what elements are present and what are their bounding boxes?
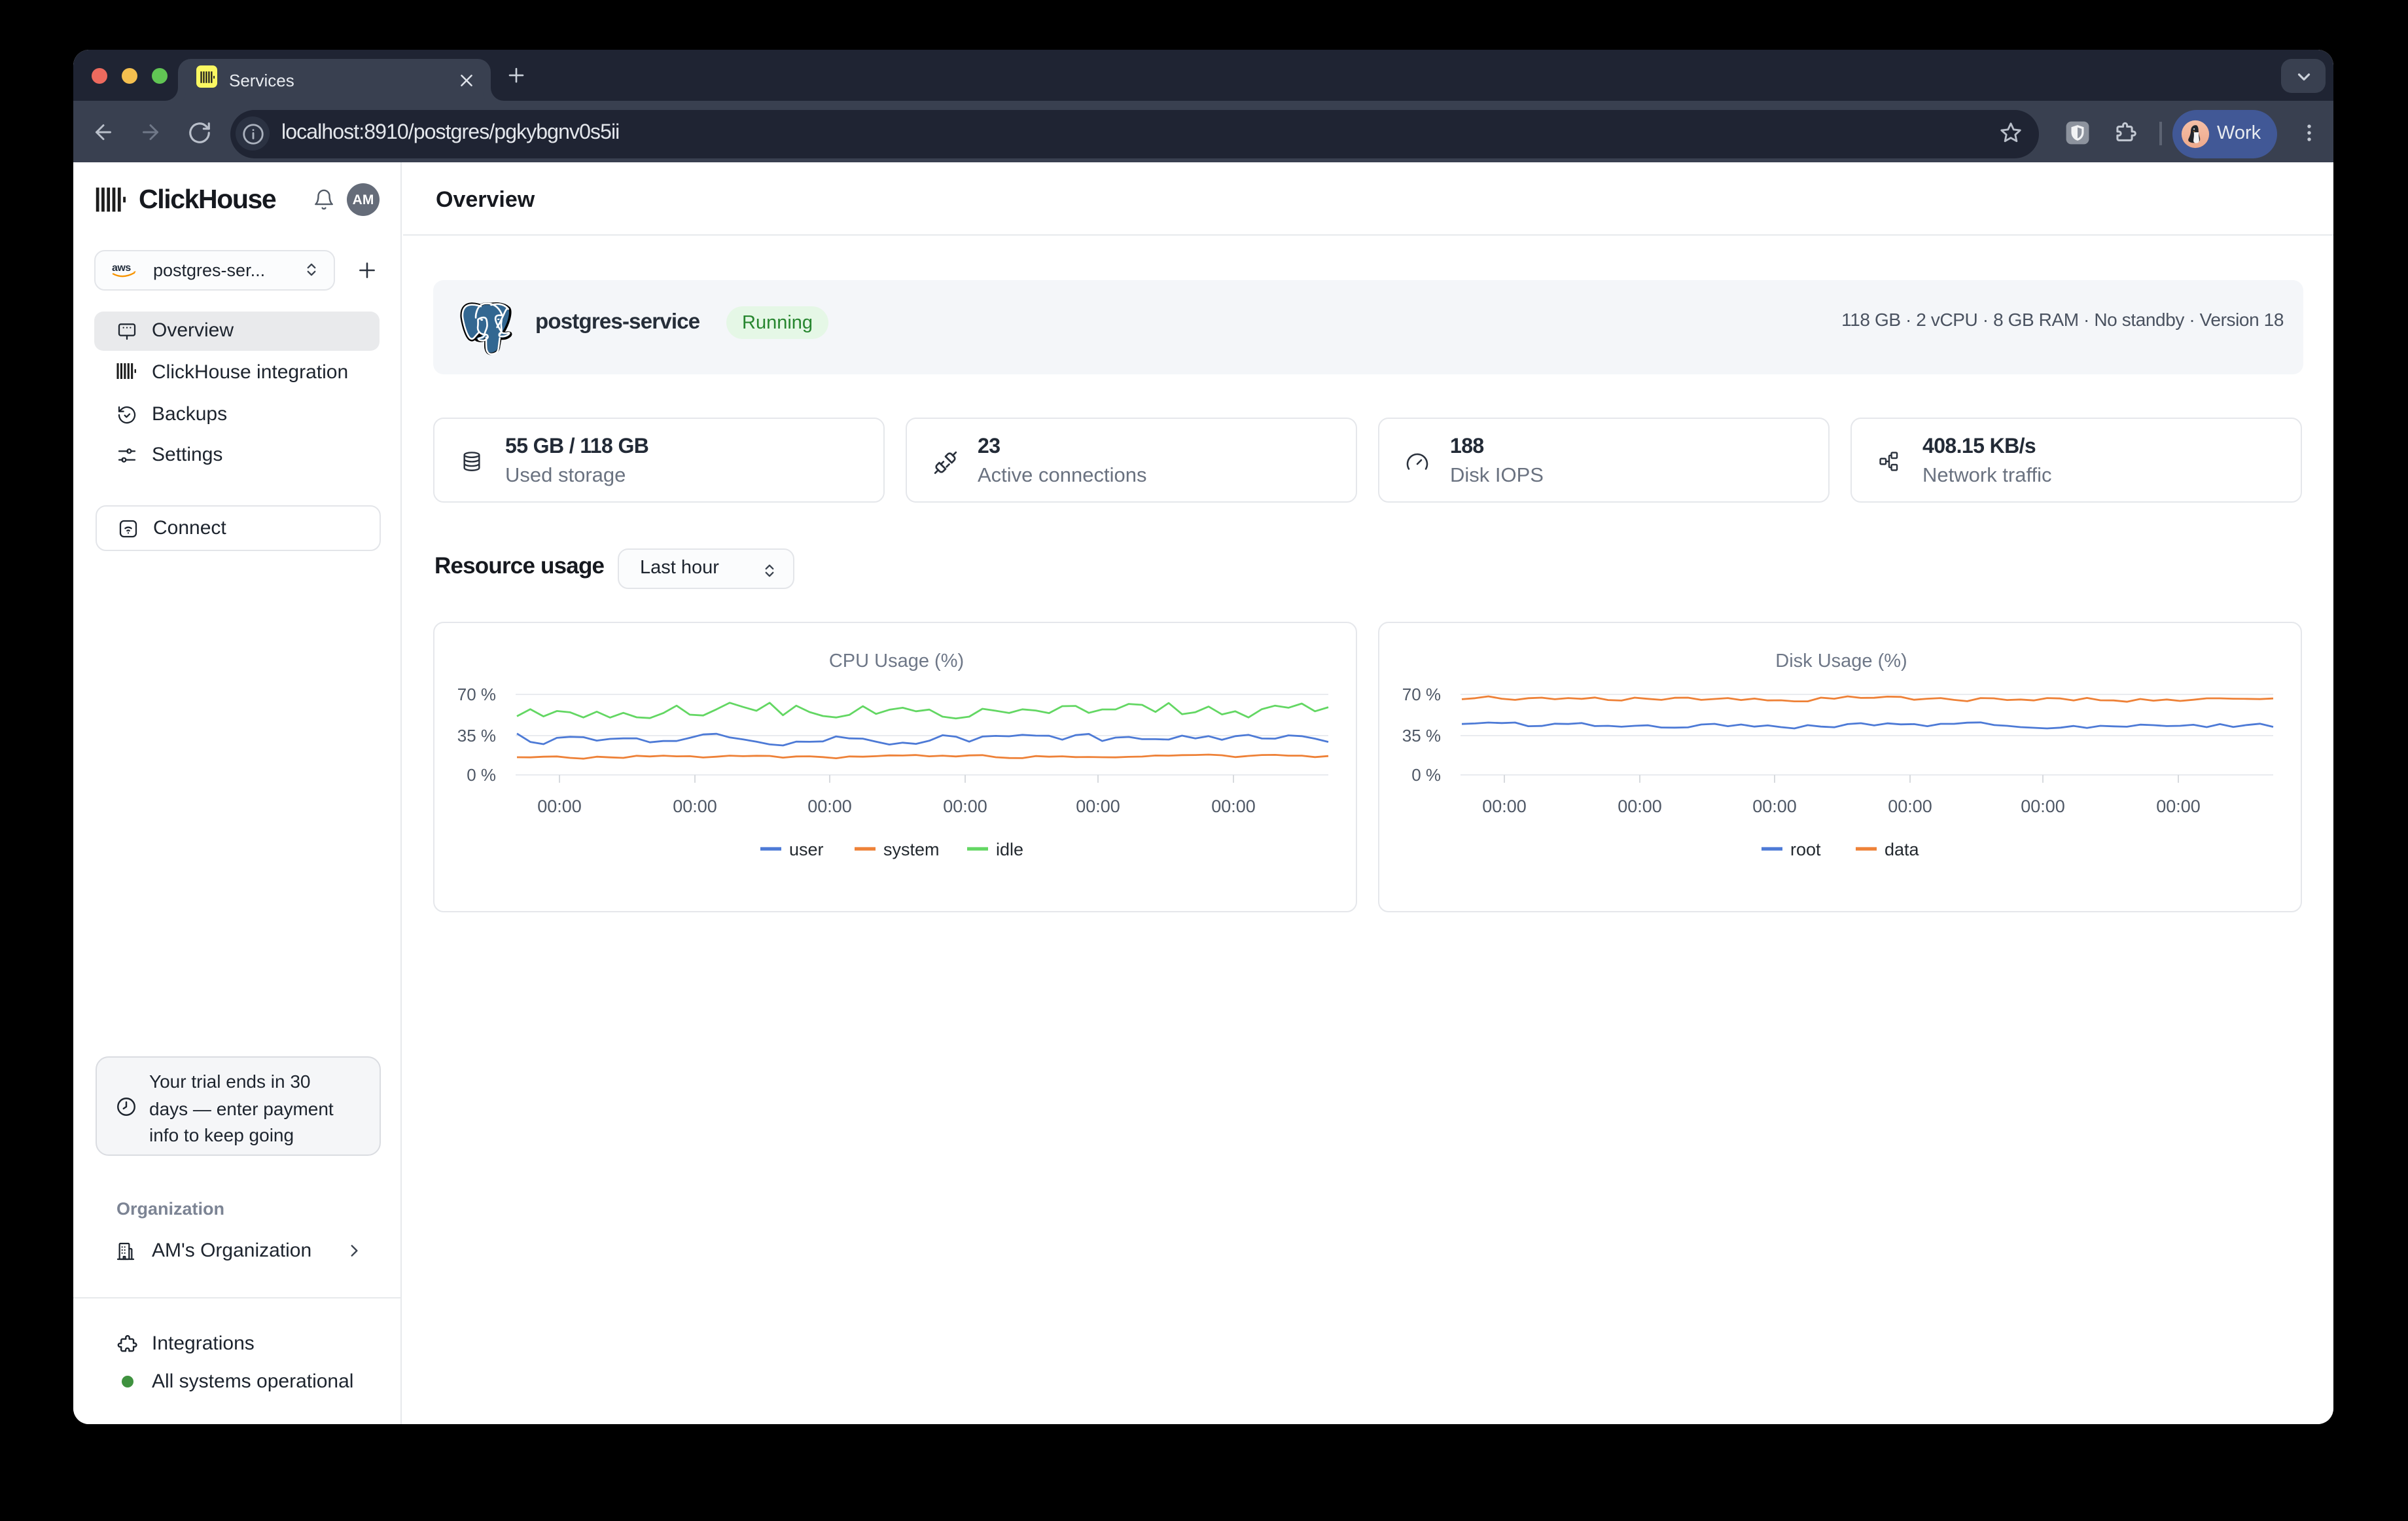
svg-text:00:00: 00:00 bbox=[1888, 796, 1932, 815]
svg-text:00:00: 00:00 bbox=[1482, 796, 1527, 815]
svg-text:35 %: 35 % bbox=[1402, 725, 1441, 745]
svg-text:CPU Usage (%): CPU Usage (%) bbox=[829, 650, 964, 671]
svg-text:0 %: 0 % bbox=[1411, 764, 1441, 784]
svg-text:user: user bbox=[789, 839, 824, 859]
svg-text:system: system bbox=[883, 839, 940, 859]
svg-text:35 %: 35 % bbox=[457, 725, 496, 745]
svg-text:00:00: 00:00 bbox=[1752, 796, 1797, 815]
svg-text:70 %: 70 % bbox=[1402, 684, 1441, 704]
svg-text:00:00: 00:00 bbox=[673, 796, 717, 815]
svg-text:data: data bbox=[1885, 839, 1920, 859]
svg-text:Disk Usage (%): Disk Usage (%) bbox=[1775, 650, 1907, 671]
svg-text:70 %: 70 % bbox=[457, 684, 496, 704]
svg-text:00:00: 00:00 bbox=[537, 796, 582, 815]
svg-text:00:00: 00:00 bbox=[2156, 796, 2201, 815]
svg-text:00:00: 00:00 bbox=[807, 796, 852, 815]
svg-text:0 %: 0 % bbox=[467, 764, 496, 784]
svg-text:00:00: 00:00 bbox=[2021, 796, 2065, 815]
svg-text:root: root bbox=[1790, 839, 1821, 859]
svg-text:00:00: 00:00 bbox=[1211, 796, 1256, 815]
svg-text:00:00: 00:00 bbox=[1076, 796, 1120, 815]
svg-text:aws: aws bbox=[112, 262, 131, 274]
svg-text:idle: idle bbox=[996, 839, 1023, 859]
svg-text:00:00: 00:00 bbox=[1618, 796, 1662, 815]
svg-text:00:00: 00:00 bbox=[943, 796, 987, 815]
